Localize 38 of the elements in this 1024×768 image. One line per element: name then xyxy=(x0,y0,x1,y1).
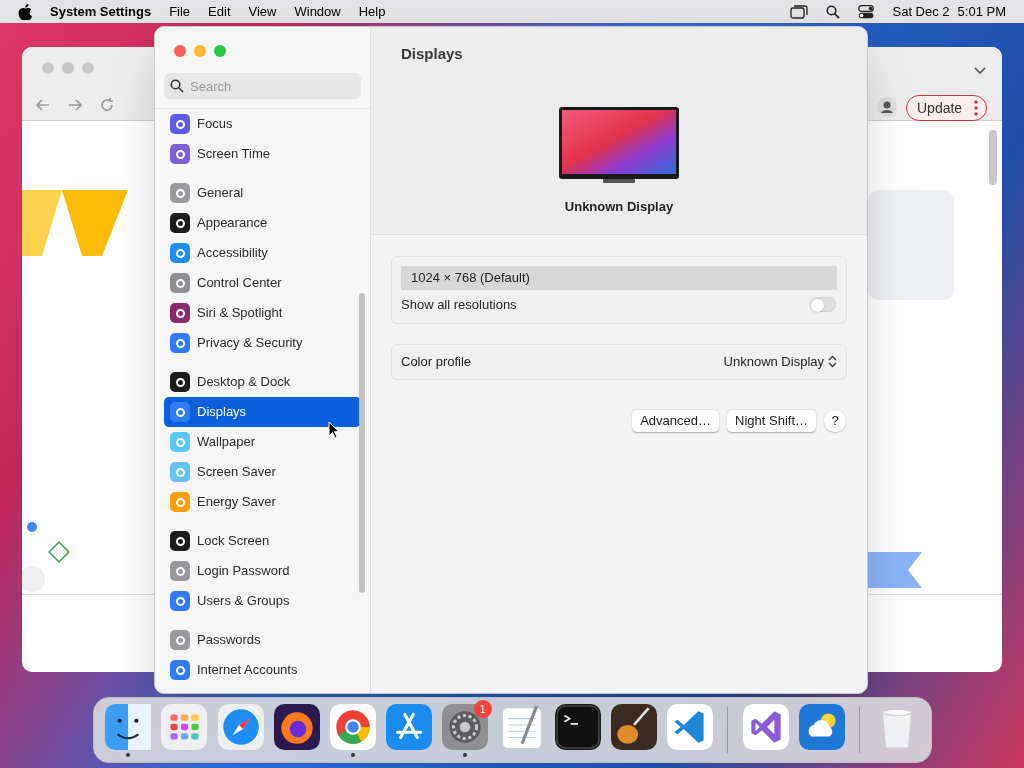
page-title: Displays xyxy=(400,44,464,64)
menu-item[interactable]: File xyxy=(169,1,191,22)
setting-label: Show all resolutions xyxy=(401,296,517,314)
search-field[interactable]: Search xyxy=(164,73,361,99)
sidebar-item[interactable]: Internet Accounts xyxy=(164,655,361,685)
menu-bar-clock[interactable]: 5:01 PM xyxy=(957,1,1006,22)
sidebar-item[interactable]: Privacy & Security xyxy=(164,328,361,358)
menu-item[interactable]: Window xyxy=(294,1,341,22)
action-button[interactable]: Night Shift… xyxy=(727,409,816,432)
sidebar-item[interactable]: Energy Saver xyxy=(164,487,361,517)
update-button[interactable]: Update xyxy=(906,95,988,121)
sidebar-item[interactable]: Control Center xyxy=(164,268,361,298)
sidebar-item[interactable]: Lock Screen xyxy=(164,526,361,556)
sidebar-item[interactable]: Focus xyxy=(164,109,361,139)
sidebar-item[interactable]: Siri & Spotlight xyxy=(164,298,361,328)
sidebar-item[interactable]: Login Password xyxy=(164,556,361,586)
menu-item[interactable]: Edit xyxy=(208,1,231,22)
sidebar-item[interactable]: Desktop & Dock xyxy=(164,367,361,397)
resolution-option[interactable]: 1024 × 768 (Default) xyxy=(401,266,837,290)
action-button[interactable]: Advanced… xyxy=(632,409,719,432)
sidebar-item[interactable]: Accessibility xyxy=(164,238,361,268)
menu-bar-date[interactable]: Sat Dec 2 xyxy=(892,1,950,22)
sidebar-item[interactable]: Wallpaper xyxy=(164,427,361,457)
sidebar-item[interactable]: Users & Groups xyxy=(164,586,361,616)
sidebar-item[interactable]: Displays xyxy=(164,397,361,427)
sidebar-item[interactable]: Screen Saver xyxy=(164,457,361,487)
display-name: Unknown Display xyxy=(564,197,674,216)
app-menu[interactable]: System Settings xyxy=(50,1,152,22)
setting-label: Color profile xyxy=(401,352,472,371)
menu-item[interactable]: View xyxy=(248,1,277,22)
sidebar-item[interactable]: Appearance xyxy=(164,208,361,238)
sidebar-item[interactable]: General xyxy=(164,178,361,208)
color-profile-popup[interactable]: Unknown Display xyxy=(723,351,837,372)
help-button[interactable]: ? xyxy=(824,409,846,432)
sidebar-item[interactable]: Screen Time xyxy=(164,139,361,169)
menu-item[interactable]: Help xyxy=(358,1,386,22)
notification-badge: 1 xyxy=(473,700,492,718)
sidebar-item[interactable]: Passwords xyxy=(164,625,361,655)
